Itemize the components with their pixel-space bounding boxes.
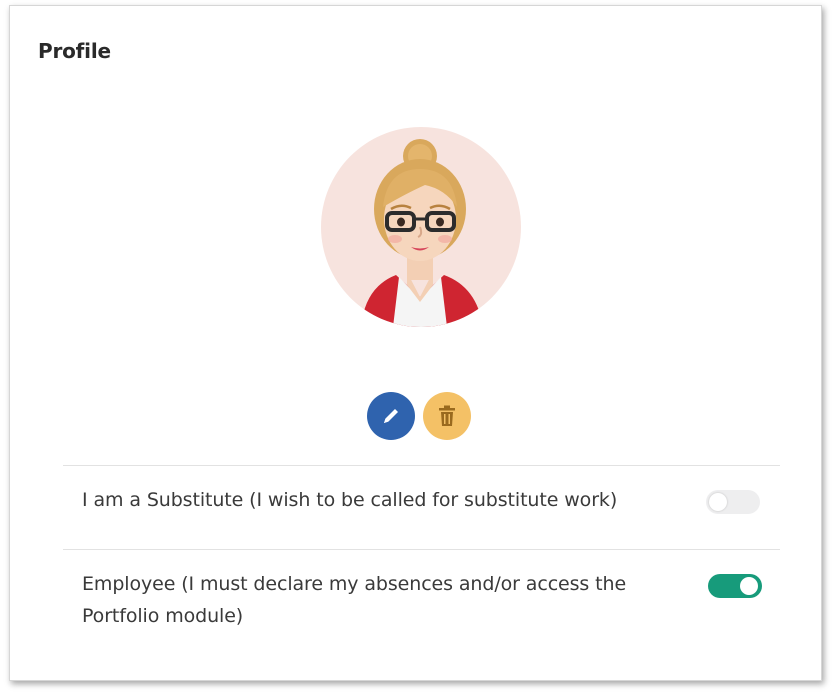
avatar-actions [367, 392, 471, 440]
substitute-toggle[interactable] [706, 490, 760, 514]
divider [63, 549, 780, 550]
toggle-knob [709, 493, 727, 511]
avatar-illustration [361, 139, 483, 327]
substitute-option-label: I am a Substitute (I wish to be called f… [82, 489, 618, 511]
pencil-icon [384, 409, 398, 423]
delete-avatar-button[interactable] [423, 392, 471, 440]
edit-avatar-button[interactable] [367, 392, 415, 440]
page-title: Profile [38, 39, 111, 63]
avatar [321, 127, 521, 327]
employee-toggle[interactable] [708, 574, 762, 598]
trash-icon [439, 405, 455, 426]
toggle-knob [740, 577, 758, 595]
divider [63, 465, 780, 466]
employee-option-label: Employee (I must declare my absences and… [82, 573, 627, 627]
profile-card: Profile I am a Substitute (I wish to be … [9, 5, 822, 681]
